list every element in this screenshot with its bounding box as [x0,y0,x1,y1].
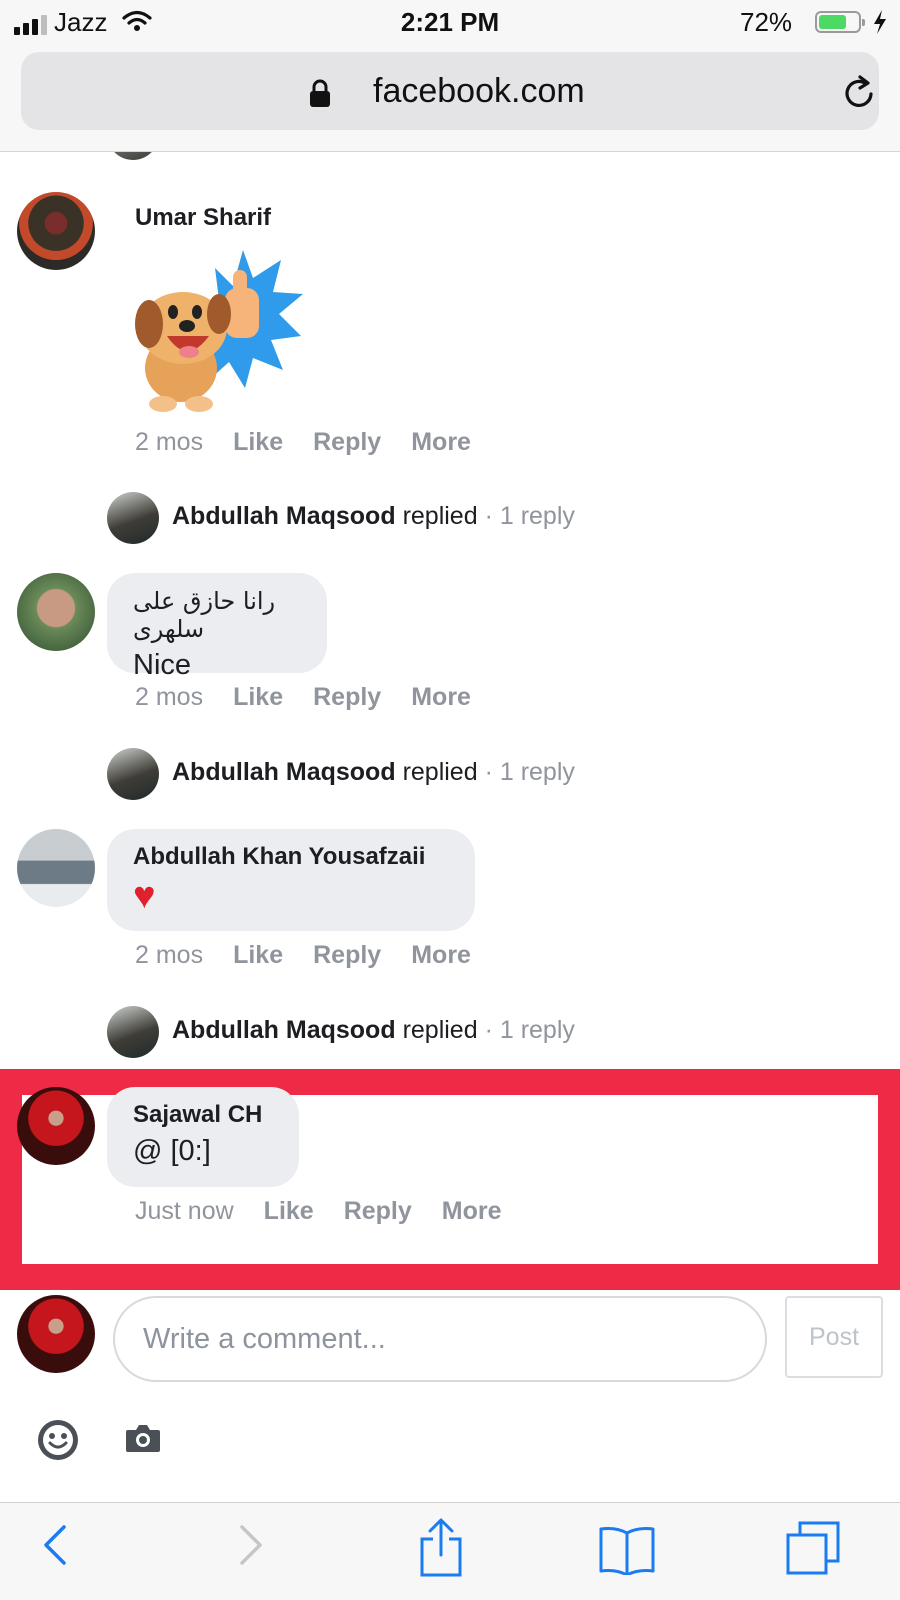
avatar[interactable] [17,829,95,907]
browser-address-area: facebook.com [0,44,900,152]
like-button[interactable]: Like [233,428,283,456]
avatar[interactable] [107,152,159,160]
avatar[interactable] [17,1087,95,1165]
more-button[interactable]: More [411,683,471,711]
reply-count: · 1 reply [484,1016,575,1044]
battery-icon [815,11,865,33]
bookmarks-icon[interactable] [598,1525,656,1575]
camera-icon[interactable] [125,1423,161,1453]
view-replies-link[interactable]: Abdullah Maqsood replied · 1 reply [172,758,575,787]
reply-count: · 1 reply [484,758,575,786]
comment-bubble[interactable]: Abdullah Khan Yousafzaii ♥ [107,829,475,931]
forward-icon[interactable] [236,1523,266,1567]
browser-toolbar [0,1502,900,1600]
reply-verb: replied [402,1016,478,1044]
avatar[interactable] [17,573,95,651]
battery-fill [819,15,847,29]
dog-thumbs-up-sticker[interactable] [133,248,305,414]
reply-button[interactable]: Reply [313,683,381,711]
view-replies-link[interactable]: Abdullah Maqsood replied · 1 reply [172,502,575,531]
reply-button[interactable]: Reply [313,941,381,969]
share-icon[interactable] [418,1517,464,1577]
charging-bolt-icon [874,10,886,34]
like-button[interactable]: Like [233,941,283,969]
comment-input[interactable] [113,1296,767,1382]
reload-icon[interactable] [843,74,877,110]
view-replies-link[interactable]: Abdullah Maqsood replied · 1 reply [172,1016,575,1045]
comment-actions: 2 mos Like Reply More [135,941,501,970]
comments-feed[interactable]: Umar Sharif 2 mos Like Reply More Abdullah … [0,152,900,1290]
address-bar[interactable]: facebook.com [21,52,879,130]
reply-author: Abdullah Maqsood [172,502,396,530]
comment-bubble[interactable]: Sajawal CH @ [0:] [107,1087,299,1187]
avatar[interactable] [107,1006,159,1058]
comment-time: 2 mos [135,941,204,969]
status-bar: Jazz 2:21 PM 72% [0,0,900,44]
comment-author[interactable]: Umar Sharif [135,204,271,232]
url-text: facebook.com [373,72,585,110]
more-button[interactable]: More [442,1197,502,1225]
battery-percentage: 72% [740,7,793,37]
reply-author: Abdullah Maqsood [172,1016,396,1044]
reply-count: · 1 reply [484,502,575,530]
avatar[interactable] [107,492,159,544]
reply-verb: replied [402,758,478,786]
post-button[interactable]: Post [785,1296,883,1378]
comment-composer: Post [0,1290,900,1502]
like-button[interactable]: Like [264,1197,314,1225]
avatar[interactable] [17,192,95,270]
avatar[interactable] [107,748,159,800]
more-button[interactable]: More [411,941,471,969]
comment-author[interactable]: رانا حازق علی سلھری [133,587,301,643]
comment-author[interactable]: Abdullah Khan Yousafzaii [133,843,449,871]
avatar [17,1295,95,1373]
reply-button[interactable]: Reply [344,1197,412,1225]
comment-actions: 2 mos Like Reply More [135,683,501,712]
comment-actions: Just now Like Reply More [135,1197,532,1226]
emoji-icon[interactable] [36,1418,80,1462]
comment-text: @ [0:] [133,1135,211,1167]
reply-verb: replied [402,502,478,530]
comment-time: Just now [135,1197,234,1225]
like-button[interactable]: Like [233,683,283,711]
comment-time: 2 mos [135,683,204,711]
comment-actions: 2 mos Like Reply More [135,428,501,457]
comment-time: 2 mos [135,428,204,456]
comment-bubble[interactable]: رانا حازق علی سلھری Nice [107,573,327,681]
heart-icon: ♥ [133,875,156,917]
reply-button[interactable]: Reply [313,428,381,456]
tabs-icon[interactable] [784,1521,842,1577]
lock-icon [310,79,330,107]
reply-author: Abdullah Maqsood [172,758,396,786]
comment-author[interactable]: Sajawal CH [133,1101,273,1129]
more-button[interactable]: More [411,428,471,456]
back-icon[interactable] [40,1523,70,1567]
comment-text: Nice [133,649,192,681]
